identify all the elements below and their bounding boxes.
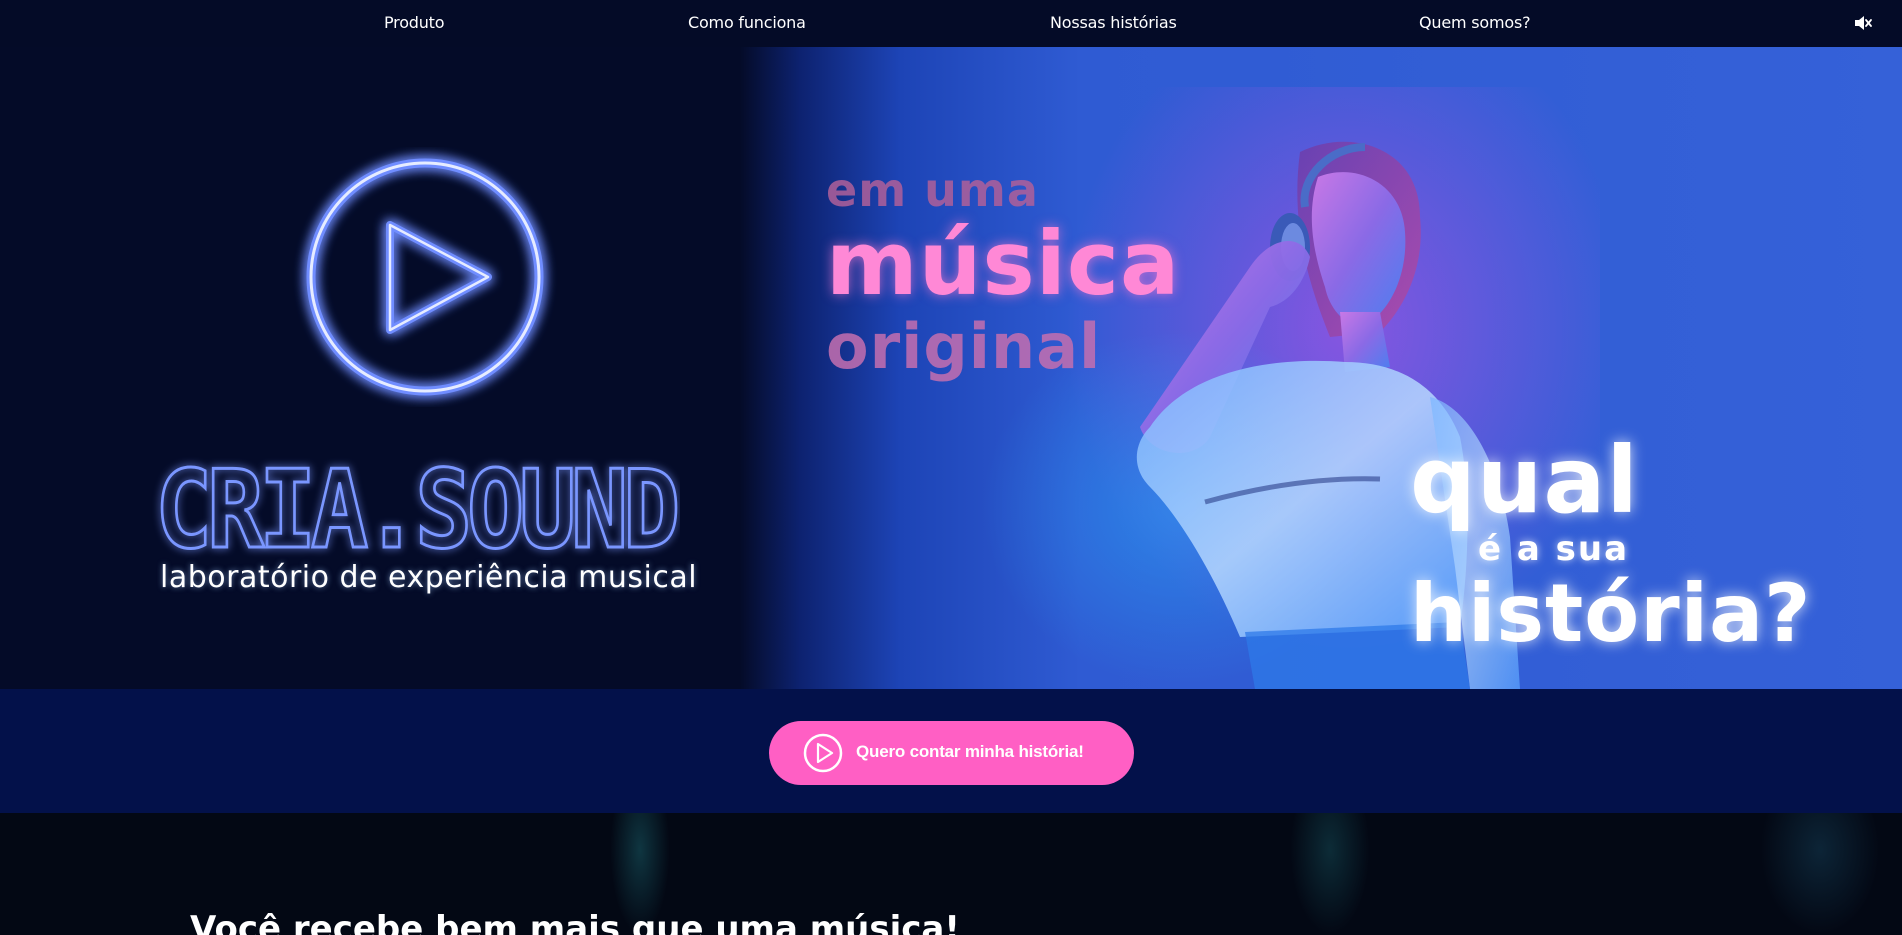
- benefits-section: Você recebe bem mais que uma música!: [0, 813, 1902, 935]
- headline-original: original: [826, 310, 1102, 383]
- tell-my-story-label: Quero contar minha história!: [856, 742, 1084, 761]
- nav-item-nossas-historias[interactable]: Nossas histórias: [1050, 13, 1177, 32]
- question-qual: qual: [1410, 427, 1639, 534]
- top-navigation: Produto Como funciona Nossas histórias Q…: [0, 0, 1902, 47]
- tell-my-story-button[interactable]: Quero contar minha história!: [769, 721, 1134, 785]
- nav-item-como-funciona[interactable]: Como funciona: [688, 13, 806, 32]
- brand-wordmark: CRIA.SOUND: [154, 447, 681, 568]
- section-heading: Você recebe bem mais que uma música!: [190, 909, 960, 935]
- play-circle-icon: [803, 733, 843, 773]
- hero-banner: CRIA.SOUND laboratório de experiência mu…: [0, 47, 1902, 689]
- nav-item-produto[interactable]: Produto: [384, 13, 445, 32]
- speaker-mute-icon[interactable]: [1853, 14, 1873, 32]
- cta-section: Quero contar minha história!: [0, 689, 1902, 813]
- brand-name-text: CRIA.SOUND: [155, 448, 677, 567]
- brand-tagline: laboratório de experiência musical: [160, 560, 698, 595]
- nav-item-quem-somos[interactable]: Quem somos?: [1419, 13, 1531, 32]
- headline-musica: música: [826, 212, 1181, 315]
- background-decoration: [1290, 813, 1370, 935]
- background-decoration: [1760, 813, 1880, 935]
- headline-em-uma: em uma: [826, 163, 1039, 217]
- play-logo-icon: [306, 158, 544, 396]
- question-historia: história?: [1410, 567, 1812, 660]
- question-e-a-sua: é a sua: [1478, 529, 1630, 569]
